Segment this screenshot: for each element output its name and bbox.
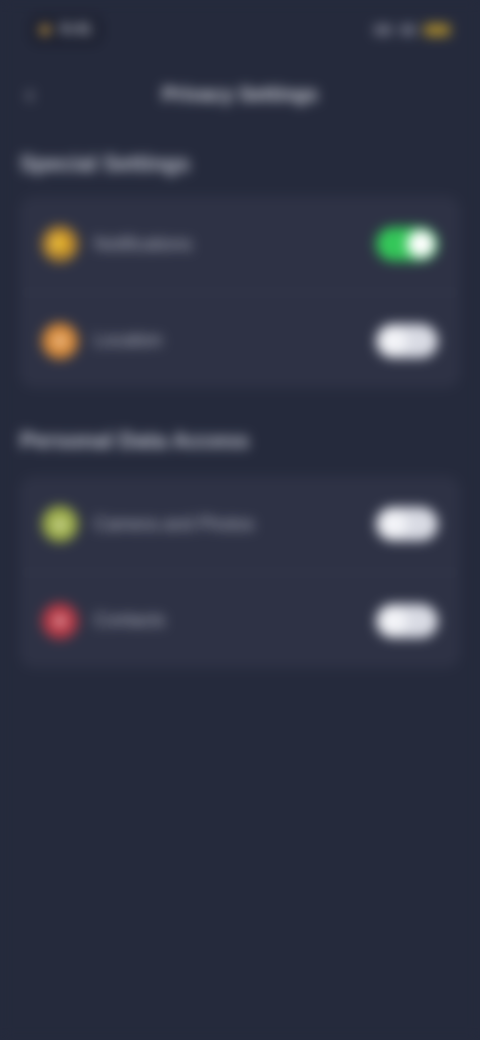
status-bar: 9:41 — [0, 0, 480, 60]
status-icons — [374, 24, 450, 36]
row-label: Contacts — [94, 610, 166, 630]
contacts-toggle[interactable] — [376, 603, 438, 638]
toggle-knob — [379, 510, 407, 538]
contacts-icon: ● — [42, 602, 78, 639]
settings-card-special: 🔔 Notifications ● Location — [20, 196, 460, 388]
settings-row-camera[interactable]: ● Camera and Photos — [20, 476, 460, 572]
row-label: Notifications — [94, 233, 193, 254]
location-toggle[interactable] — [376, 323, 438, 358]
row-label: Camera and Photos — [94, 513, 255, 534]
bell-icon: 🔔 — [42, 226, 78, 262]
row-label: Location — [94, 330, 163, 350]
status-time: 9:41 — [60, 21, 93, 38]
notifications-toggle[interactable] — [376, 227, 438, 261]
page-title: Privacy Settings — [162, 83, 318, 106]
toggle-knob — [407, 230, 435, 258]
toggle-knob — [379, 606, 407, 635]
signal-icon — [374, 25, 392, 35]
toggle-knob — [379, 326, 407, 355]
settings-card-personal: ● Camera and Photos ● Contacts — [20, 476, 460, 668]
settings-row-contacts[interactable]: ● Contacts — [20, 572, 460, 668]
status-indicator-icon — [40, 25, 50, 35]
back-chevron-icon[interactable]: ‹ — [26, 81, 34, 109]
settings-row-notifications[interactable]: 🔔 Notifications — [20, 196, 460, 292]
wifi-icon — [400, 25, 416, 35]
section-title-special-settings: Special Settings — [20, 151, 190, 176]
battery-icon — [424, 24, 450, 36]
screen: 9:41 ‹ Privacy Settings Special Settings… — [0, 0, 480, 1040]
settings-row-location[interactable]: ● Location — [20, 292, 460, 388]
camera-toggle[interactable] — [376, 507, 438, 541]
nav-bar: ‹ Privacy Settings — [0, 60, 480, 130]
location-icon: ● — [42, 322, 78, 359]
section-title-personal-data: Personal Data Access — [20, 428, 250, 453]
status-time-pill: 9:41 — [30, 15, 103, 45]
camera-icon: ● — [42, 506, 78, 542]
